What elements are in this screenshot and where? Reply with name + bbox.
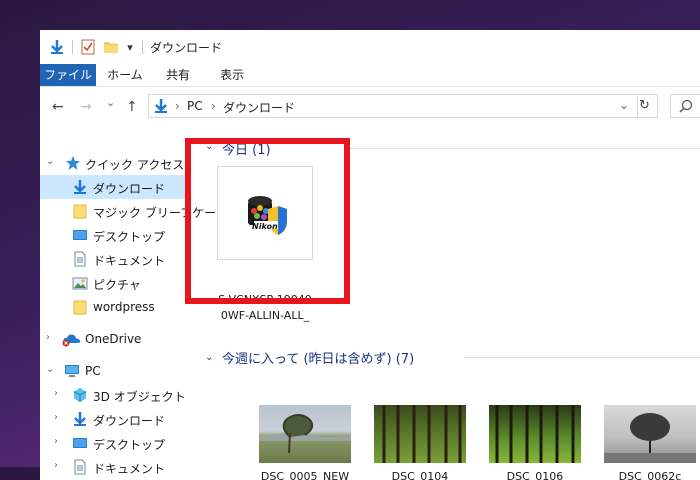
breadcrumb-downloads[interactable]: ダウンロード — [223, 99, 295, 116]
search-box[interactable] — [670, 94, 700, 118]
file-name-label: DSC_0106 — [506, 470, 564, 480]
sidebar-item-desktop[interactable]: デスクトップ — [40, 223, 185, 247]
sidebar-item-downloads[interactable]: ダウンロード — [40, 175, 185, 199]
desktop-icon — [72, 227, 88, 243]
breadcrumb-pc[interactable]: PC — [187, 99, 203, 113]
photo-thumbnail[interactable] — [374, 405, 466, 463]
computer-icon — [64, 363, 80, 379]
tab-view[interactable]: 表示 — [212, 64, 252, 86]
navigation-pane: ⌄ クイック アクセス ダウンロード マジック ブリーフケー デスクトップ ドキ… — [40, 127, 216, 480]
sidebar-item-label: デスクトップ — [93, 230, 166, 244]
download-arrow-icon — [153, 98, 169, 117]
group-collapse-chevron-icon[interactable]: ⌄ — [205, 352, 213, 363]
window-title: ダウンロード — [150, 41, 223, 55]
up-button[interactable]: ↑ — [126, 99, 138, 115]
tab-home[interactable]: ホーム — [100, 64, 150, 86]
group-header-this-week[interactable]: 今週に入って (昨日は含めず) (7) — [222, 348, 414, 367]
breadcrumb-separator: › — [211, 99, 216, 113]
sidebar-item-label: PC — [85, 364, 101, 378]
sidebar-item-wordpress[interactable]: wordpress — [40, 295, 185, 319]
sidebar-item-label: OneDrive — [85, 332, 142, 346]
highlight-box — [185, 138, 350, 304]
download-arrow-icon — [72, 179, 88, 195]
sidebar-item-magic-briefcase[interactable]: マジック ブリーフケー — [40, 199, 216, 223]
sidebar-item-documents[interactable]: ドキュメント — [40, 247, 185, 271]
recent-locations-button[interactable]: ⌄ — [106, 96, 115, 109]
sidebar-item-label: ドキュメント — [93, 254, 166, 268]
group-divider — [350, 148, 700, 149]
title-bar: ▾ ダウンロード — [40, 30, 700, 62]
new-folder-icon[interactable] — [102, 39, 120, 55]
onedrive-icon — [62, 331, 80, 347]
expanded-chevron-icon[interactable]: ⌄ — [46, 364, 54, 375]
file-name-line: 0WF-ALLIN-ALL_ — [220, 309, 310, 322]
tab-share[interactable]: 共有 — [158, 64, 198, 86]
download-arrow-icon — [72, 411, 88, 427]
sidebar-item-pc[interactable]: ⌄ PC — [40, 359, 185, 383]
photo-thumbnail[interactable] — [489, 405, 581, 463]
sidebar-item-label: ダウンロード — [93, 182, 166, 196]
sidebar-item-label: ドキュメント — [93, 462, 166, 476]
photo-thumbnail[interactable] — [259, 405, 351, 463]
address-bar[interactable]: › PC › ダウンロード ⌄ — [148, 94, 638, 118]
sidebar-item-label: デスクトップ — [93, 438, 166, 452]
file-name-label: DSC_0062c — [618, 470, 682, 480]
star-icon — [65, 155, 81, 171]
collapsed-chevron-icon[interactable]: › — [54, 436, 58, 447]
expanded-chevron-icon[interactable]: ⌄ — [46, 156, 54, 167]
desktop-icon — [72, 435, 88, 451]
back-button[interactable]: ← — [52, 99, 64, 115]
group-divider — [464, 357, 700, 358]
refresh-icon: ↻ — [639, 98, 650, 113]
navigation-bar: ← → ⌄ ↑ › PC › ダウンロード ⌄ ↻ — [40, 87, 700, 127]
sidebar-item-label: wordpress — [93, 300, 155, 314]
collapsed-chevron-icon[interactable]: › — [54, 388, 58, 399]
folder-icon — [72, 203, 88, 219]
tab-file[interactable]: ファイル — [40, 64, 96, 86]
sidebar-item-quick-access[interactable]: ⌄ クイック アクセス — [40, 151, 185, 175]
sidebar-item-pc-documents[interactable]: › ドキュメント — [40, 455, 185, 479]
sidebar-item-label: ピクチャ — [93, 278, 141, 292]
document-icon — [72, 459, 88, 475]
3d-objects-icon — [72, 387, 88, 403]
explorer-window: ▾ ダウンロード ファイル ホーム 共有 表示 ← → ⌄ ↑ › PC › ダ… — [40, 30, 700, 480]
pictures-icon — [72, 275, 88, 291]
forward-button[interactable]: → — [80, 99, 92, 115]
collapsed-chevron-icon[interactable]: › — [54, 460, 58, 471]
sidebar-item-label: ダウンロード — [93, 414, 166, 428]
photo-thumbnail[interactable] — [604, 405, 696, 463]
download-arrow-icon[interactable] — [48, 39, 66, 55]
properties-icon[interactable] — [80, 39, 96, 55]
customize-toolbar-dropdown[interactable]: ▾ — [124, 39, 136, 55]
document-icon — [72, 251, 88, 267]
file-name-label: DSC_0104 — [391, 470, 449, 480]
breadcrumb-separator: › — [175, 99, 180, 113]
sidebar-item-pc-desktop[interactable]: › デスクトップ — [40, 431, 185, 455]
collapsed-chevron-icon[interactable]: › — [54, 412, 58, 423]
sidebar-item-pc-downloads[interactable]: › ダウンロード — [40, 407, 185, 431]
sidebar-item-3d-objects[interactable]: › 3D オブジェクト — [40, 383, 186, 407]
ribbon-tabs: ファイル ホーム 共有 表示 — [40, 64, 700, 87]
sidebar-item-label: 3D オブジェクト — [93, 390, 186, 404]
title-separator — [142, 40, 143, 54]
address-dropdown-button[interactable]: ⌄ — [619, 98, 629, 112]
search-icon — [679, 99, 693, 116]
sidebar-item-onedrive[interactable]: › OneDrive — [40, 327, 185, 351]
sidebar-item-label: クイック アクセス — [85, 158, 185, 172]
refresh-button[interactable]: ↻ — [632, 94, 658, 118]
sidebar-item-pictures[interactable]: ピクチャ — [40, 271, 185, 295]
folder-icon — [72, 299, 88, 315]
collapsed-chevron-icon[interactable]: › — [46, 332, 50, 343]
file-name-label: DSC_0005_NEW — [260, 470, 350, 480]
toolbar-separator — [72, 40, 73, 54]
